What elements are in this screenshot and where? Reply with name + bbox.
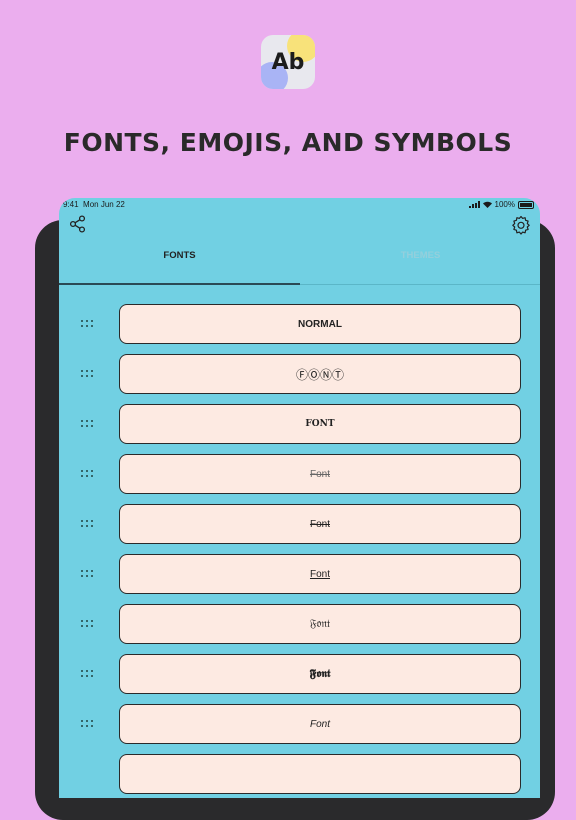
tab-themes[interactable]: THEMES [300,242,540,285]
app-icon-text: Ab [271,49,305,75]
drag-handle-icon[interactable] [81,419,95,429]
drag-handle-icon[interactable] [81,719,95,729]
status-bar: 9:41 Mon Jun 22 100% [59,198,540,212]
status-date: Mon Jun 22 [83,200,125,209]
drag-handle-icon[interactable] [81,669,95,679]
list-item: 𝔉𝔬𝔫𝔱 [59,604,540,646]
drag-handle-icon[interactable] [81,319,95,329]
list-item: FONT [59,404,540,446]
list-item: Font [59,454,540,496]
drag-handle-icon[interactable] [81,619,95,629]
share-icon [69,215,86,233]
drag-handle-icon[interactable] [81,519,95,529]
status-time: 9:41 Mon Jun 22 [63,200,125,209]
font-option-partial[interactable] [119,754,521,794]
list-item: Font [59,504,540,546]
list-item: 𝕱𝖔𝖓𝖙 [59,654,540,696]
signal-icon [468,201,480,208]
tab-fonts[interactable]: FONTS [59,242,300,285]
list-item: NORMAL [59,304,540,346]
status-right: 100% [468,200,534,209]
font-option-normal[interactable]: NORMAL [119,304,521,344]
share-button[interactable] [69,215,87,233]
list-item: Font [59,704,540,746]
font-option-underline[interactable]: Font [119,554,521,594]
tab-active-indicator [59,283,300,285]
drag-handle-icon[interactable] [81,469,95,479]
font-option-fraktur[interactable]: 𝔉𝔬𝔫𝔱 [119,604,521,644]
list-item [59,754,540,796]
settings-button[interactable] [511,215,531,235]
font-option-strikethrough[interactable]: Font [119,454,521,494]
font-option-italic[interactable]: Font [119,704,521,744]
list-item: Font [59,554,540,596]
battery-icon [518,200,534,209]
app-icon: Ab [261,35,315,89]
gear-icon [512,215,530,235]
battery-percent: 100% [494,200,515,209]
drag-handle-icon[interactable] [81,369,95,379]
font-option-slash-strike[interactable]: Font [119,504,521,544]
list-item: ⒻⓄⓃⓉ [59,354,540,396]
font-option-bold-fraktur[interactable]: 𝕱𝖔𝖓𝖙 [119,654,521,694]
drag-handle-icon[interactable] [81,569,95,579]
wifi-icon [482,201,492,208]
headline: FONTS, EMOJIS, AND SYMBOLS [63,128,513,157]
status-time-text: 9:41 [63,200,79,209]
font-option-smallcaps[interactable]: FONT [119,404,521,444]
tab-bar: FONTS THEMES [59,242,540,286]
font-option-circled[interactable]: ⒻⓄⓃⓉ [119,354,521,394]
device-screen: 9:41 Mon Jun 22 100% FONTS THEMES NORMAL… [59,198,540,798]
